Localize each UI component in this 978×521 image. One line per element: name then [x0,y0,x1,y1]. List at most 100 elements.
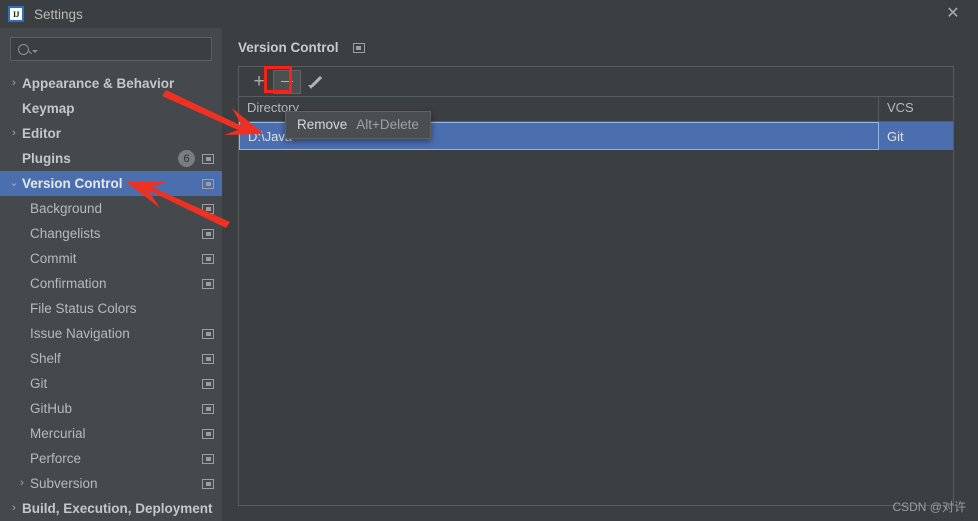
sidebar-item-icons: 6 [178,150,214,167]
project-scope-icon[interactable] [202,203,214,214]
plugins-count-badge: 6 [178,150,195,167]
sidebar-item-icons [202,228,214,239]
sidebar-item-label: GitHub [30,401,73,416]
tree-indent-spacer: · [14,428,30,439]
search-container [0,28,222,67]
sidebar-item-icons [202,328,214,339]
search-box[interactable] [10,37,220,61]
search-icon [18,43,29,55]
sidebar-item-shelf[interactable]: ·Shelf [0,346,222,371]
tree-indent-spacer: · [6,103,22,114]
sidebar-item-label: File Status Colors [30,301,137,316]
sidebar-item-issue-navigation[interactable]: ·Issue Navigation [0,321,222,346]
sidebar-item-file-status-colors[interactable]: ·File Status Colors [0,296,222,321]
page-title: Version Control [238,40,339,55]
tree-indent-spacer: · [14,303,30,314]
project-scope-icon[interactable] [202,228,214,239]
project-scope-icon[interactable] [202,428,214,439]
project-scope-icon[interactable] [202,353,214,364]
sidebar-item-icons [202,278,214,289]
sidebar-item-changelists[interactable]: ·Changelists [0,221,222,246]
sidebar-item-confirmation[interactable]: ·Confirmation [0,271,222,296]
add-button[interactable]: + [245,70,273,94]
project-scope-icon[interactable] [202,278,214,289]
sidebar-item-editor[interactable]: › Editor [0,121,222,146]
sidebar-item-label: Git [30,376,48,391]
sidebar-item-label: Version Control [22,176,123,191]
project-scope-icon[interactable] [202,253,214,264]
sidebar-item-icons [202,253,214,264]
chevron-right-icon[interactable]: › [14,478,30,489]
cell-vcs[interactable]: Git [879,122,953,150]
sidebar-item-git[interactable]: ·Git [0,371,222,396]
sidebar-item-label: Editor [22,126,61,141]
sidebar-item-icons [202,378,214,389]
tree-indent-spacer: · [14,378,30,389]
sidebar-item-icons [202,403,214,414]
sidebar-item-label: Mercurial [30,426,86,441]
remove-tooltip: Remove Alt+Delete [285,111,431,139]
sidebar-item-github[interactable]: ·GitHub [0,396,222,421]
tree-indent-spacer: · [14,228,30,239]
sidebar-item-build-execution-deployment[interactable]: › Build, Execution, Deployment [0,496,222,521]
sidebar-item-subversion[interactable]: › Subversion [0,471,222,496]
settings-sidebar: ›Appearance & Behavior·Keymap›Editor·Plu… [0,28,222,521]
remove-button[interactable] [273,69,301,94]
sidebar-item-icons [202,353,214,364]
project-scope-icon[interactable] [202,478,214,489]
tree-indent-spacer: · [14,353,30,364]
chevron-right-icon[interactable]: › [6,78,22,89]
panel-header: Version Control [222,28,978,55]
sidebar-item-version-control[interactable]: ⌄ Version Control [0,171,222,196]
project-scope-icon[interactable] [202,403,214,414]
sidebar-item-perforce[interactable]: ·Perforce [0,446,222,471]
window-titlebar: IJ Settings ✕ [0,0,978,28]
sidebar-item-mercurial[interactable]: ·Mercurial [0,421,222,446]
chevron-down-icon[interactable]: ⌄ [6,178,22,189]
project-scope-icon[interactable] [202,178,214,189]
tree-indent-spacer: · [14,203,30,214]
column-header-vcs[interactable]: VCS [879,97,953,121]
sidebar-item-label: Background [30,201,103,216]
sidebar-item-plugins[interactable]: ·Plugins 6 [0,146,222,171]
sidebar-item-label: Plugins [22,151,71,166]
chevron-right-icon[interactable]: › [6,503,22,514]
tree-indent-spacer: · [6,153,22,164]
sidebar-item-icons [202,478,214,489]
chevron-right-icon[interactable]: › [6,128,22,139]
window-title: Settings [34,6,83,22]
sidebar-item-label: Shelf [30,351,61,366]
sidebar-item-label: Subversion [30,476,98,491]
sidebar-item-icons [202,178,214,189]
watermark: CSDN @对许 [892,500,966,514]
pencil-icon [307,74,323,89]
settings-tree: ›Appearance & Behavior·Keymap›Editor·Plu… [0,67,222,521]
search-input[interactable] [38,38,220,60]
edit-button[interactable] [301,70,329,94]
close-icon[interactable]: ✕ [936,4,970,24]
sidebar-item-icons [202,428,214,439]
tree-indent-spacer: · [14,453,30,464]
project-scope-icon[interactable] [202,378,214,389]
tree-indent-spacer: · [14,328,30,339]
sidebar-item-keymap[interactable]: ·Keymap [0,96,222,121]
sidebar-item-label: Appearance & Behavior [22,76,175,91]
sidebar-item-label: Commit [30,251,77,266]
sidebar-item-label: Changelists [30,226,101,241]
sidebar-item-label: Keymap [22,101,75,116]
tree-indent-spacer: · [14,278,30,289]
project-scope-icon[interactable] [202,153,214,164]
sidebar-item-appearance-behavior[interactable]: › Appearance & Behavior [0,71,222,96]
project-scope-icon[interactable] [352,42,365,53]
project-scope-icon[interactable] [202,328,214,339]
sidebar-item-background[interactable]: ·Background [0,196,222,221]
project-scope-icon[interactable] [202,453,214,464]
intellij-idea-icon: IJ [8,6,24,22]
sidebar-item-commit[interactable]: ·Commit [0,246,222,271]
sidebar-item-icons [202,203,214,214]
tree-indent-spacer: · [14,253,30,264]
settings-main-panel: Version Control + Directory VCS D:\Java … [222,28,978,521]
sidebar-item-label: Perforce [30,451,82,466]
plus-icon: + [253,71,265,92]
tooltip-shortcut: Alt+Delete [356,117,419,132]
